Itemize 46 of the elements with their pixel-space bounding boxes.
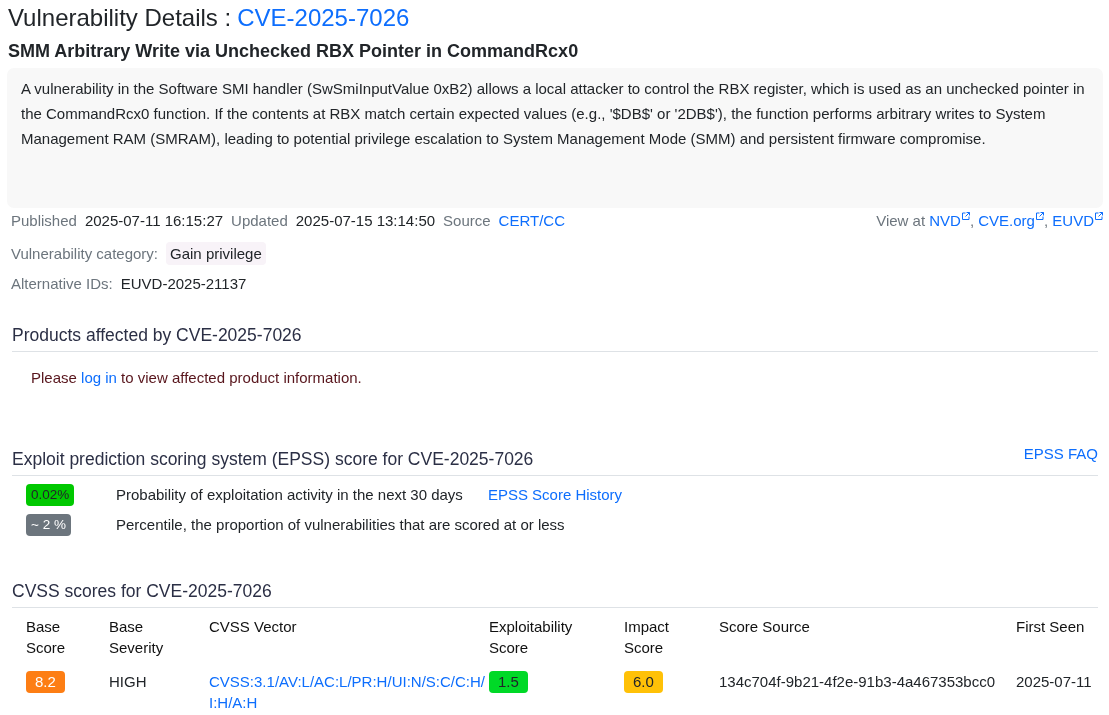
description-text: A vulnerability in the Software SMI handler (SwSmiInputValue 0xB2) allows a local attacker to control the RBX register, which is used as an unchecked pointer in the CommandRcx0 function. If the contents at RBX match certain expected values (e.g., '$DB$' or '2DB$'), the function performs arbitrary writes to System Management RAM (SMRAM), leading to potential privilege escalation to System Management Mode (SMM) and persistent firmware compromise. — [21, 79, 1086, 149]
table-cell-text: HIGH — [109, 672, 148, 692]
section-heading: Products affected by CVE-2025-7026 — [12, 324, 302, 346]
epss-faq-link[interactable]: EPSS FAQ — [1023, 444, 1098, 464]
external-link-icon — [1035, 212, 1044, 220]
cve-link[interactable]: CVE-2025-7026 — [237, 4, 410, 31]
alternative-id: EUVD-2025-21137 — [120, 274, 247, 294]
alternative-ids-label: Alternative IDs: — [11, 274, 113, 294]
section-heading: CVSS scores for CVE-2025-7026 — [12, 580, 272, 602]
meta-label: Source — [443, 211, 491, 231]
score-badge: 1.5 — [489, 671, 528, 693]
page-title: Vulnerability Details : CVE-2025-7026 — [8, 3, 411, 33]
section-heading: Exploit prediction scoring system (EPSS) score for CVE-2025-7026 — [12, 448, 534, 470]
column-header: Score Source — [719, 617, 811, 637]
column-header: First Seen — [1016, 617, 1086, 637]
external-link-icon — [1095, 212, 1103, 220]
column-header: Base Score — [26, 617, 67, 658]
score-badge: 8.2 — [26, 671, 65, 693]
epss-description: Probability of exploitation activity in the next 30 days — [116, 485, 463, 505]
meta-label: Published — [11, 211, 77, 231]
score-badge: 6.0 — [624, 671, 663, 693]
table-cell-text: 134c704f-9b21-4f2e-91b3-4a467353bcc0 — [719, 672, 997, 692]
view-at-text: View at NVD , CVE.org , EUVD — [876, 210, 1103, 232]
external-link[interactable]: NVD — [929, 212, 970, 229]
cvss-vector-link[interactable]: CVSS:3.1/AV:L/AC:L/PR:H/UI:N/S:C/C:H/I:H/A:H — [209, 671, 487, 713]
vulnerability-title: SMM Arbitrary Write via Unchecked RBX Pointer in CommandRcx0 — [8, 40, 580, 63]
category-label: Vulnerability category: — [11, 245, 159, 262]
column-header: CVSS Vector — [209, 617, 298, 637]
category-tag: Gain privilege — [166, 242, 266, 265]
score-badge: ~ 2 % — [26, 514, 71, 536]
login-link[interactable]: log in — [81, 369, 117, 386]
source-link[interactable]: CERT/CC — [498, 210, 565, 232]
meta-label: Updated — [231, 211, 288, 231]
epss-description: Percentile, the proportion of vulnerabilities that are scored at or less — [116, 515, 565, 535]
meta-value: 2025-07-15 13:14:50 — [295, 211, 436, 231]
score-badge: 0.02% — [26, 484, 75, 506]
column-header: Base Severity — [109, 617, 165, 658]
external-link[interactable]: EUVD — [1052, 212, 1103, 229]
meta-value: 2025-07-11 16:15:27 — [84, 211, 224, 231]
login-notice: Please log in to view affected product information. — [30, 368, 363, 388]
score-history-link[interactable]: EPSS Score History — [487, 485, 623, 505]
column-header: Impact Score — [624, 617, 670, 658]
table-cell-text: 2025-07-11 — [1016, 672, 1093, 692]
column-header: Exploitability Score — [489, 617, 574, 658]
external-link-icon — [961, 212, 970, 220]
external-link[interactable]: CVE.org — [978, 212, 1044, 229]
